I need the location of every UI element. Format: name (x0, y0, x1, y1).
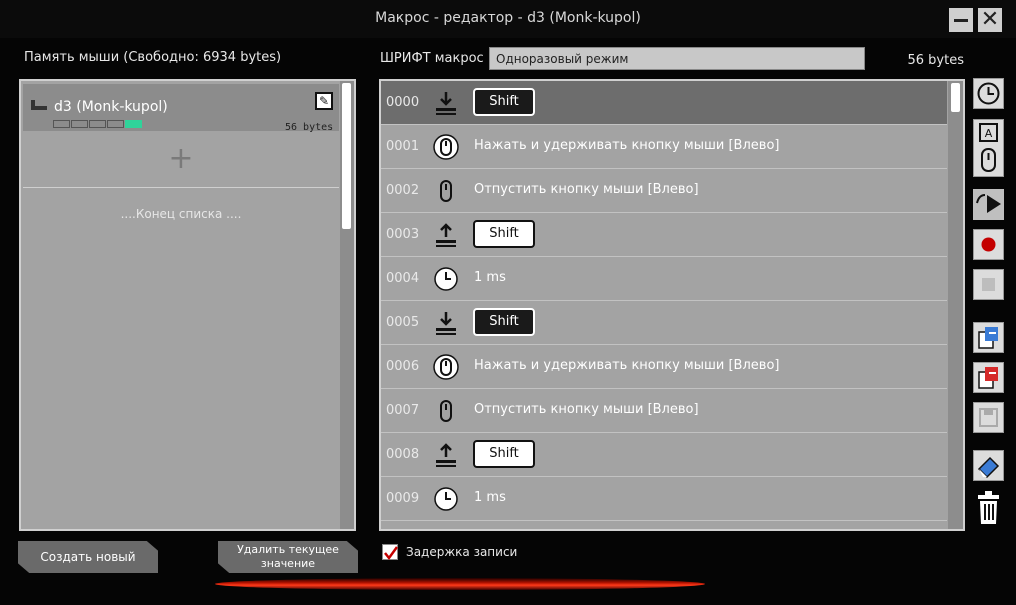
record-delay-label: Задержка записи (406, 545, 518, 559)
step-number: 0009 (386, 491, 420, 506)
macro-step-row[interactable]: 0000 Shift (381, 81, 947, 125)
decorative-glow (215, 578, 705, 590)
step-number: 0000 (386, 95, 420, 110)
step-number: 0004 (386, 271, 420, 286)
key-badge: Shift (473, 220, 535, 248)
macro-mode-select[interactable]: Одноразовый режим (489, 47, 865, 70)
clock-icon (433, 266, 459, 292)
mouse-press-icon (433, 354, 459, 380)
key-mouse-icon: A (979, 123, 998, 172)
end-of-list-label: ....Конец списка .... (120, 207, 242, 221)
memory-segment (89, 120, 106, 128)
macro-step-row[interactable]: 0009 1 ms (381, 477, 947, 521)
trash-icon (978, 491, 999, 524)
memory-segment (53, 120, 70, 128)
step-number: 0006 (386, 359, 420, 374)
macro-step-row[interactable]: 0003 Shift (381, 213, 947, 257)
create-macro-button[interactable]: Создать новый макрос (18, 541, 158, 573)
step-number: 0007 (386, 403, 420, 418)
macro-steps-panel: 0000 Shift 0001 Нажать и удерживать кнопку … (379, 79, 965, 531)
record-button[interactable] (973, 229, 1004, 260)
save-icon (979, 408, 998, 427)
cursor-icon (976, 194, 1001, 213)
stop-icon (982, 278, 995, 291)
macro-font-label: ШРИФТ макрос (380, 51, 484, 66)
step-number: 0005 (386, 315, 420, 330)
mouse-release-icon (433, 178, 459, 204)
insert-cursor-button[interactable] (973, 189, 1004, 220)
record-delay-checkbox[interactable] (382, 544, 399, 561)
macro-step-row[interactable]: 0007 Отпустить кнопку мыши [Влево] (381, 389, 947, 433)
close-button[interactable]: ✕ (978, 8, 1002, 32)
step-description: Отпустить кнопку мыши [Влево] (474, 182, 699, 197)
scrollbar-thumb[interactable] (951, 83, 960, 112)
import-icon (978, 327, 998, 349)
macro-list-item[interactable]: d3 (Monk-kupol) ✎ 56 bytes (23, 84, 339, 133)
step-number: 0008 (386, 447, 420, 462)
macro-list-panel: d3 (Monk-kupol) ✎ 56 bytes + ....Конец с… (19, 79, 356, 531)
macro-step-row[interactable]: 0004 1 ms (381, 257, 947, 301)
step-description: Нажать и удерживать кнопку мыши [Влево] (474, 358, 780, 373)
import-button[interactable] (973, 322, 1004, 353)
macro-size-label: 56 bytes (907, 53, 965, 68)
key-badge: Shift (473, 440, 535, 468)
macro-memory-bars (53, 120, 142, 128)
steps-scrollbar[interactable] (948, 81, 963, 529)
title-bar: Макрос - редактор - d3 (Monk-kupol) ✕ (0, 0, 1016, 38)
mouse-release-icon (433, 398, 459, 424)
memory-segment-filled (125, 120, 142, 128)
key-down-icon (433, 310, 459, 336)
macro-step-row[interactable]: 0008 Shift (381, 433, 947, 477)
edit-icon[interactable]: ✎ (315, 92, 333, 110)
minimize-button[interactable] (949, 8, 973, 32)
step-number: 0001 (386, 139, 420, 154)
step-description: 1 ms (474, 490, 506, 505)
step-number: 0002 (386, 183, 420, 198)
macro-step-row[interactable]: 0002 Отпустить кнопку мыши [Влево] (381, 169, 947, 213)
eraser-icon (977, 456, 1000, 479)
macro-step-row[interactable]: 0006 Нажать и удерживать кнопку мыши [Вле… (381, 345, 947, 389)
export-button[interactable] (973, 362, 1004, 393)
key-down-icon (433, 90, 459, 116)
delete-button[interactable] (973, 490, 1004, 524)
insert-key-mouse-button[interactable]: A (973, 119, 1004, 177)
key-up-icon (433, 442, 459, 468)
step-number: 0003 (386, 227, 420, 242)
macro-bytes: 56 bytes (285, 122, 334, 133)
insert-delay-button[interactable] (973, 78, 1004, 109)
window-title: Макрос - редактор - d3 (Monk-kupol) (375, 10, 641, 26)
macro-step-row[interactable]: 0005 Shift (381, 301, 947, 345)
svg-text:A: A (985, 127, 993, 140)
key-up-icon (433, 222, 459, 248)
step-description: Отпустить кнопку мыши [Влево] (474, 402, 699, 417)
mouse-press-icon (433, 134, 459, 160)
step-description: 1 ms (474, 270, 506, 285)
record-icon (981, 237, 996, 252)
checkmark-icon (384, 546, 399, 561)
delete-value-button[interactable]: Удалить текущее значение (218, 541, 358, 573)
clock-icon (433, 486, 459, 512)
stop-button[interactable] (973, 269, 1004, 300)
macro-list-scrollbar[interactable] (340, 81, 354, 529)
macro-icon (29, 98, 49, 118)
macro-step-row[interactable]: 0001 Нажать и удерживать кнопку мыши [Вле… (381, 125, 947, 169)
macro-name: d3 (Monk-kupol) (54, 99, 168, 115)
key-badge: Shift (473, 88, 535, 116)
clock-icon (977, 82, 1000, 105)
scrollbar-thumb[interactable] (342, 83, 351, 229)
mouse-memory-label: Память мыши (Свободно: 6934 bytes) (24, 50, 282, 65)
memory-segment (71, 120, 88, 128)
memory-segment (107, 120, 124, 128)
add-macro-button[interactable]: + (23, 135, 339, 188)
key-badge: Shift (473, 308, 535, 336)
export-icon (978, 367, 998, 389)
step-description: Нажать и удерживать кнопку мыши [Влево] (474, 138, 780, 153)
clear-button[interactable] (973, 450, 1004, 481)
save-button[interactable] (973, 402, 1004, 433)
